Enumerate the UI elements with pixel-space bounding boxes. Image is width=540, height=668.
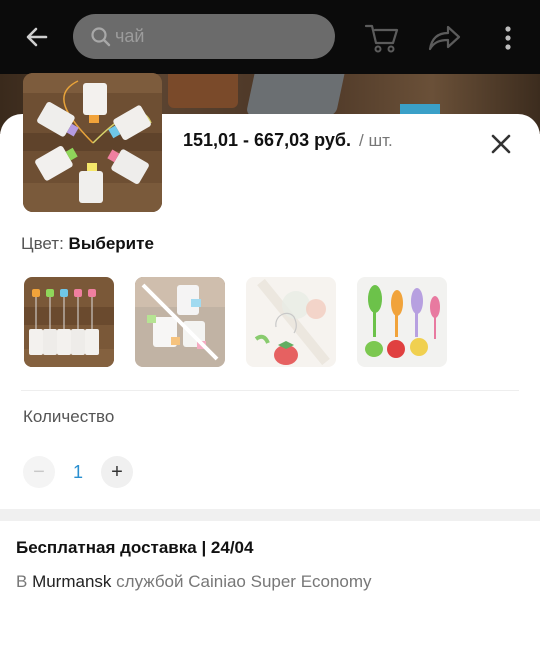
back-arrow-icon <box>26 27 48 47</box>
color-label: Цвет: <box>21 234 69 253</box>
variant-figures[interactable] <box>357 277 447 367</box>
quantity-value[interactable]: 1 <box>55 462 101 483</box>
product-thumbnail <box>23 73 162 212</box>
decrease-quantity-button[interactable]: − <box>23 456 55 488</box>
variant-row-leaves[interactable] <box>24 277 114 367</box>
price-unit: / шт. <box>359 131 393 150</box>
divider <box>21 390 519 391</box>
quantity-stepper: − 1 + <box>23 456 133 488</box>
search-icon <box>90 26 112 48</box>
more-vert-icon <box>505 26 511 50</box>
plus-icon: + <box>111 460 123 483</box>
color-selector-label: Цвет: Выберите <box>21 234 154 254</box>
delivery-service: службой Cainiao Super Economy <box>111 572 372 591</box>
close-icon <box>491 134 511 154</box>
back-button[interactable] <box>20 20 54 54</box>
color-variants <box>24 277 447 367</box>
search-bar[interactable] <box>73 14 335 59</box>
backdrop-shape <box>400 104 440 114</box>
delivery-prefix: В <box>16 572 33 591</box>
backdrop-shape <box>245 74 345 116</box>
delivery-city[interactable]: Murmansk <box>32 572 111 591</box>
variant-strawberry[interactable] <box>246 277 336 367</box>
variant-leaf-bags-unavailable[interactable] <box>135 277 225 367</box>
close-button[interactable] <box>487 130 515 158</box>
color-value: Выберите <box>68 234 154 253</box>
delivery-title: Бесплатная доставка | 24/04 <box>16 538 254 557</box>
more-options-button[interactable] <box>488 18 528 58</box>
price-value: 151,01 - 667,03 руб. <box>183 130 351 150</box>
share-button[interactable] <box>424 18 464 58</box>
section-separator <box>0 509 540 521</box>
price-range: 151,01 - 667,03 руб. / шт. <box>183 130 393 151</box>
increase-quantity-button[interactable]: + <box>101 456 133 488</box>
search-input[interactable] <box>115 26 315 47</box>
share-icon <box>428 25 461 51</box>
minus-icon: − <box>33 460 45 483</box>
backdrop-shape <box>168 74 238 108</box>
cart-icon <box>364 24 399 53</box>
quantity-label: Количество <box>23 407 115 426</box>
delivery-details: В Murmansk службой Cainiao Super Economy <box>16 572 372 592</box>
cart-button[interactable] <box>362 18 402 58</box>
